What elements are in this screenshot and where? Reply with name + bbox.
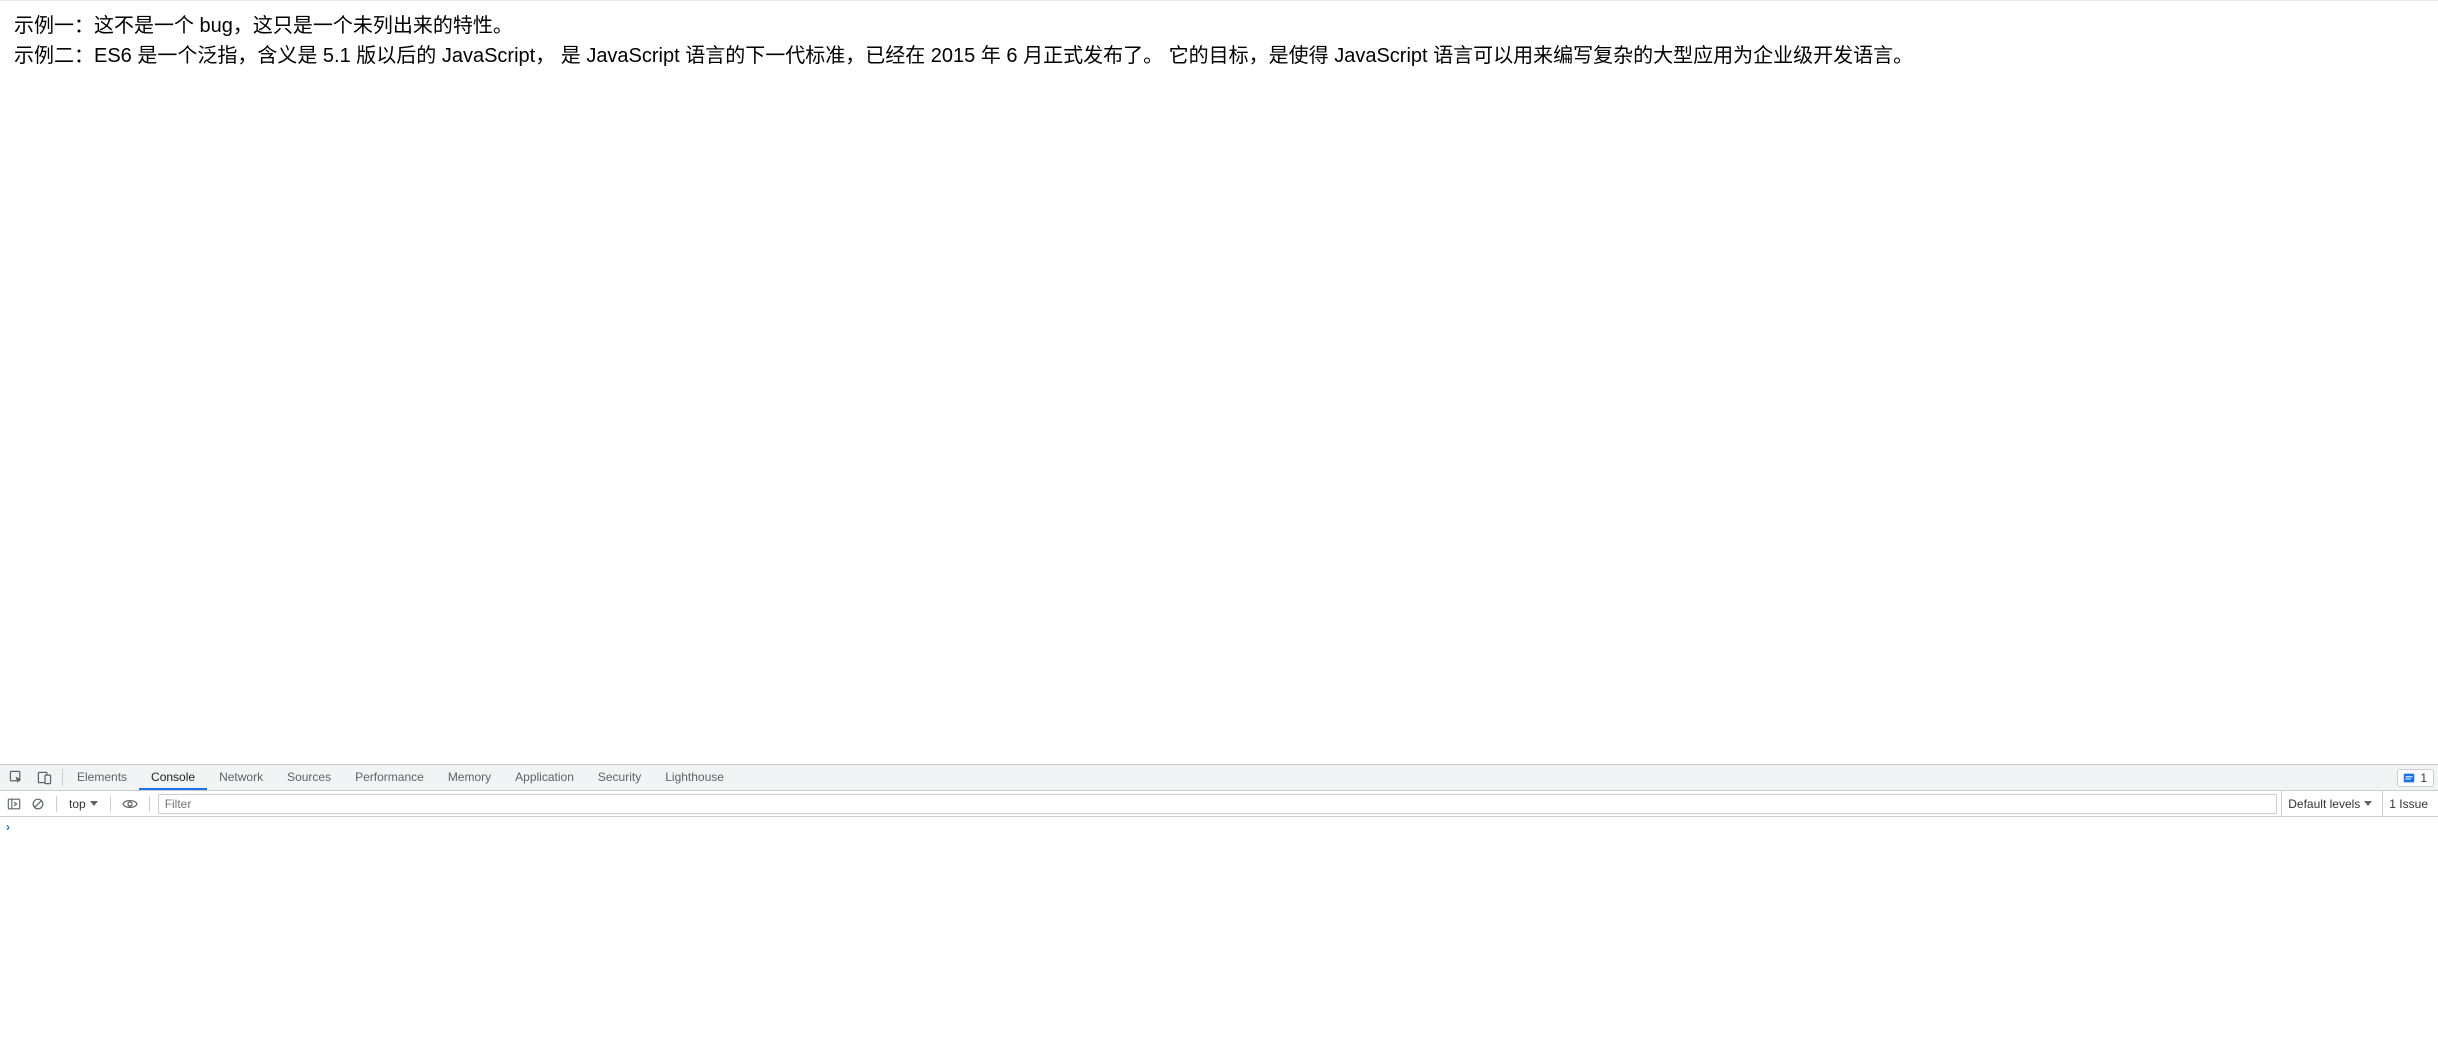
clear-console-icon[interactable] bbox=[28, 794, 48, 814]
console-prompt-icon: › bbox=[6, 820, 10, 834]
tab-sources[interactable]: Sources bbox=[275, 765, 343, 790]
devtools-tabbar-right: 1 bbox=[2397, 765, 2438, 790]
console-toolbar: top Default levels 1 Issue bbox=[0, 791, 2438, 817]
inspect-element-icon[interactable] bbox=[6, 768, 26, 788]
issues-badge[interactable]: 1 bbox=[2397, 769, 2434, 787]
log-levels-selector[interactable]: Default levels bbox=[2281, 791, 2378, 816]
page-content: 示例一：这不是一个 bug，这只是一个未列出来的特性。 示例二：ES6 是一个泛… bbox=[0, 0, 2438, 764]
issues-link-label: 1 Issue bbox=[2389, 797, 2428, 811]
tab-performance[interactable]: Performance bbox=[343, 765, 436, 790]
console-sidebar-toggle-icon[interactable] bbox=[4, 794, 24, 814]
devtools-tabs: Elements Console Network Sources Perform… bbox=[65, 765, 736, 790]
devtools-tabbar-left bbox=[0, 765, 60, 790]
console-filter-input[interactable] bbox=[158, 794, 2278, 814]
tab-network[interactable]: Network bbox=[207, 765, 275, 790]
tab-security[interactable]: Security bbox=[586, 765, 653, 790]
log-levels-label: Default levels bbox=[2288, 797, 2360, 811]
tab-memory[interactable]: Memory bbox=[436, 765, 503, 790]
example-line-1: 示例一：这不是一个 bug，这只是一个未列出来的特性。 bbox=[14, 11, 2424, 41]
device-toolbar-icon[interactable] bbox=[34, 768, 54, 788]
tab-application[interactable]: Application bbox=[503, 765, 586, 790]
issues-link[interactable]: 1 Issue bbox=[2382, 791, 2434, 816]
execution-context-selector[interactable]: top bbox=[65, 795, 102, 813]
live-expression-icon[interactable] bbox=[119, 794, 141, 814]
execution-context-label: top bbox=[69, 797, 86, 811]
console-prompt-line[interactable]: › bbox=[0, 817, 2438, 837]
chevron-down-icon bbox=[90, 801, 98, 806]
tab-lighthouse[interactable]: Lighthouse bbox=[653, 765, 736, 790]
issues-icon bbox=[2402, 771, 2416, 785]
issues-badge-count: 1 bbox=[2420, 771, 2427, 785]
example-line-2: 示例二：ES6 是一个泛指，含义是 5.1 版以后的 JavaScript， 是… bbox=[14, 41, 2424, 71]
devtools-panel: Elements Console Network Sources Perform… bbox=[0, 764, 2438, 1051]
toolbar-separator bbox=[149, 796, 150, 812]
console-output[interactable]: › bbox=[0, 817, 2438, 1051]
chevron-down-icon bbox=[2364, 801, 2372, 806]
toolbar-separator bbox=[56, 796, 57, 812]
tab-console[interactable]: Console bbox=[139, 765, 207, 790]
devtools-tabbar: Elements Console Network Sources Perform… bbox=[0, 765, 2438, 791]
tab-elements[interactable]: Elements bbox=[65, 765, 139, 790]
toolbar-separator bbox=[110, 796, 111, 812]
tabbar-separator bbox=[62, 769, 63, 786]
